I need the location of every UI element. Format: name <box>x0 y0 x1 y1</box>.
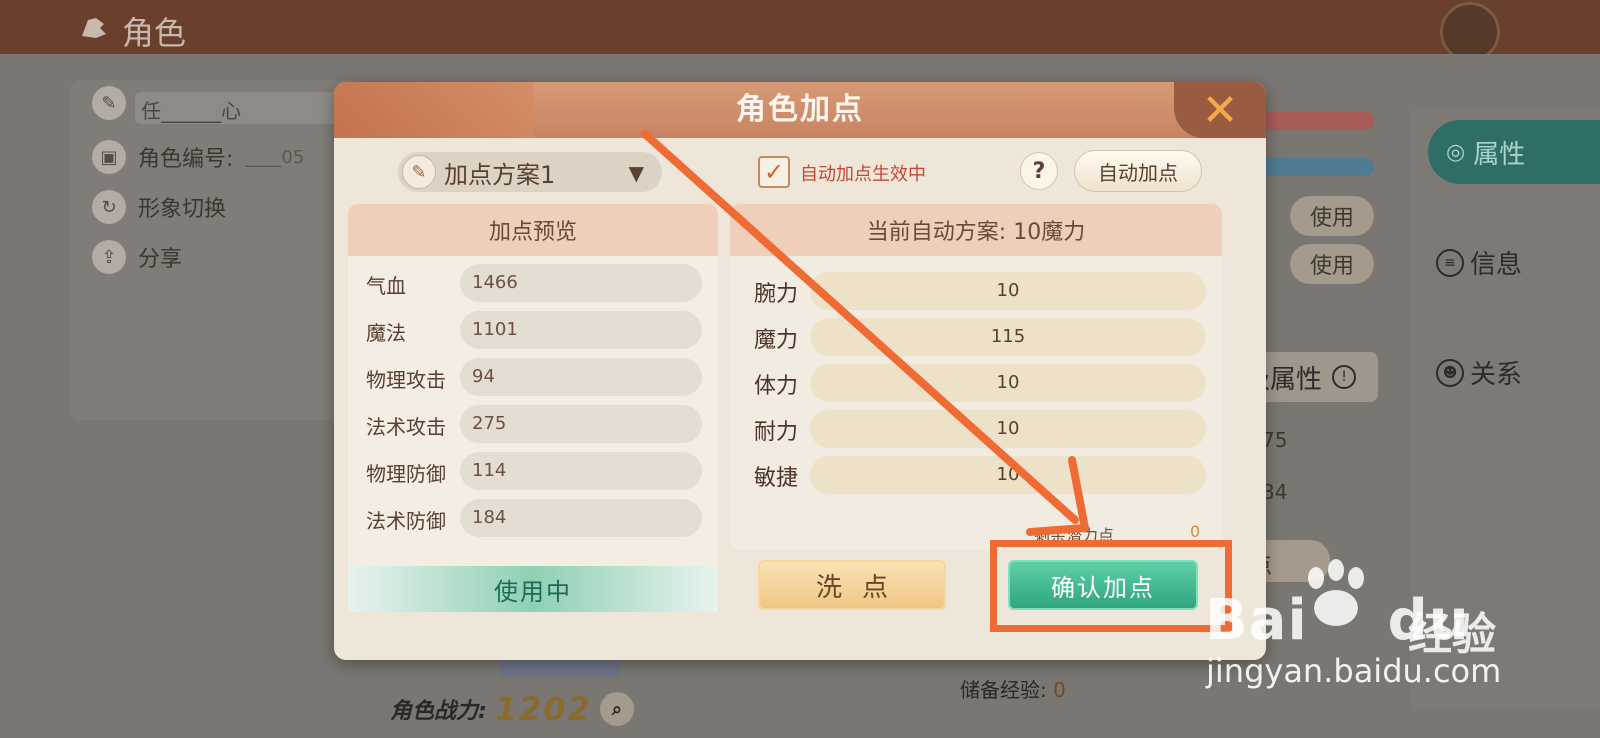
character-icon <box>82 18 106 38</box>
paw-icon <box>1308 559 1364 626</box>
auto-points-status: 自动加点生效中 <box>800 164 926 185</box>
list-icon: ≡ <box>1436 248 1464 277</box>
attribute-value: 10 <box>810 410 1206 448</box>
auto-points-button[interactable]: 自动加点 <box>1074 150 1202 192</box>
dialog-title: 角色加点 <box>736 92 864 127</box>
stat-label: 物理攻击 <box>366 368 446 392</box>
stat-label: 法术防御 <box>366 509 446 533</box>
people-icon: ☻ <box>1436 358 1464 387</box>
attribute-row: 敏捷 10 <box>730 454 1222 496</box>
id-card-icon: ▣ <box>92 140 126 174</box>
info-icon[interactable]: ! <box>1332 365 1357 389</box>
combat-power-value: 1202 <box>494 690 592 728</box>
share-icon: ⇪ <box>92 240 126 274</box>
eye-icon: ◎ <box>1446 139 1466 165</box>
attribute-value: 10 <box>810 272 1206 310</box>
menu-label-id: 角色编号: <box>138 147 234 172</box>
attribute-row: 腕力 10 <box>730 270 1222 312</box>
name-field[interactable]: 任______心 <box>135 92 345 124</box>
scheme-dropdown-value: 加点方案1 <box>444 160 556 189</box>
stat-value: 184 <box>460 499 702 537</box>
close-icon: ✕ <box>1201 84 1239 136</box>
stat-row: 物理防御 114 <box>348 450 718 490</box>
attribute-label: 魔力 <box>754 328 799 353</box>
preview-title: 加点预览 <box>348 204 718 256</box>
check-icon: ✓ <box>763 158 785 186</box>
stat-row: 物理攻击 94 <box>348 356 718 396</box>
top-bar: 角色 <box>0 0 1600 62</box>
use-button-2[interactable]: 使用 <box>1290 244 1374 284</box>
auto-scheme-title: 当前自动方案: 10魔力 <box>730 204 1222 256</box>
edit-name-button[interactable]: ✎ <box>92 86 126 120</box>
attribute-value: 115 <box>810 318 1206 356</box>
attribute-label: 体力 <box>754 374 799 399</box>
menu-item-appearance[interactable]: ↻ 形象切换 <box>92 190 226 224</box>
reserve-exp-label: 储备经验: <box>960 678 1047 702</box>
tab-attributes-label: 属性 <box>1473 139 1526 170</box>
stat-label: 气血 <box>366 274 406 298</box>
question-icon: ? <box>1032 158 1046 184</box>
remaining-points-value: 0 <box>1190 522 1201 541</box>
menu-item-share[interactable]: ⇪ 分享 <box>92 240 182 274</box>
tab-attributes[interactable]: ◎ 属性 <box>1428 120 1600 184</box>
stat-row: 魔法 1101 <box>348 309 718 349</box>
feather-icon: ✎ <box>92 86 126 120</box>
tab-relations[interactable]: ☻ 关系 <box>1436 354 1522 391</box>
preview-panel: 加点预览 气血 1466 魔法 1101 物理攻击 94 法术攻击 275 物理… <box>348 204 718 612</box>
stat-row: 法术防御 184 <box>348 497 718 537</box>
stat-label: 法术攻击 <box>366 415 446 439</box>
stat-label: 魔法 <box>366 321 406 345</box>
stat-value: 275 <box>460 405 702 443</box>
stat-value: 114 <box>460 452 702 490</box>
tab-relations-label: 关系 <box>1470 360 1523 390</box>
attribute-value: 10 <box>810 456 1206 494</box>
id-value: ____05 <box>245 146 305 168</box>
tab-info-label: 信息 <box>1470 250 1523 280</box>
menu-item-id: ▣ 角色编号: ____05 <box>92 140 304 174</box>
attribute-label: 敏捷 <box>754 466 799 491</box>
combat-power-label: 角色战力: <box>390 699 487 724</box>
auto-points-checkbox[interactable]: ✓ <box>758 156 790 188</box>
magnifier-icon[interactable]: ⌕ <box>599 692 634 726</box>
chevron-down-icon: ▼ <box>628 161 644 185</box>
combat-power: 角色战力: 1202 ⌕ <box>390 690 634 728</box>
menu-label-share: 分享 <box>138 247 183 272</box>
stat-label: 物理防御 <box>366 462 446 486</box>
attribute-value: 10 <box>810 364 1206 402</box>
attribute-label: 耐力 <box>754 420 799 445</box>
emblem-icon[interactable] <box>1440 2 1500 62</box>
scheme-dropdown[interactable]: ✎ 加点方案1 ▼ <box>398 152 662 192</box>
page-title: 角色 <box>122 14 187 52</box>
help-button[interactable]: ? <box>1020 152 1058 190</box>
watermark-brand-text: Bai <box>1205 588 1308 653</box>
rotate-icon: ↻ <box>92 190 126 224</box>
stat-value: 1466 <box>460 264 702 302</box>
in-use-button[interactable]: 使用中 <box>348 566 718 612</box>
menu-label-appearance: 形象切换 <box>138 197 227 222</box>
stat-row: 气血 1466 <box>348 262 718 302</box>
hp-bar <box>1250 112 1374 130</box>
watermark-url: jingyan.baidu.com <box>1206 652 1502 690</box>
reserve-exp: 储备经验: 0 <box>960 674 1066 703</box>
stat-value: 94 <box>460 358 702 396</box>
mp-bar <box>1250 158 1374 176</box>
stat-row: 法术攻击 275 <box>348 403 718 443</box>
reserve-exp-value: 0 <box>1053 678 1066 702</box>
attribute-row: 体力 10 <box>730 362 1222 404</box>
stat-value: 1101 <box>460 311 702 349</box>
attribute-row: 耐力 10 <box>730 408 1222 450</box>
use-button-1[interactable]: 使用 <box>1290 196 1374 236</box>
dialog-header: 角色加点 ✕ <box>334 82 1266 138</box>
highlight-box <box>990 540 1232 632</box>
close-button[interactable]: ✕ <box>1174 82 1266 138</box>
feather-icon: ✎ <box>402 155 436 189</box>
attribute-label: 腕力 <box>754 282 799 307</box>
reset-points-button[interactable]: 洗点 <box>758 560 946 610</box>
attribute-row: 魔力 115 <box>730 316 1222 358</box>
tab-info[interactable]: ≡ 信息 <box>1436 244 1522 281</box>
